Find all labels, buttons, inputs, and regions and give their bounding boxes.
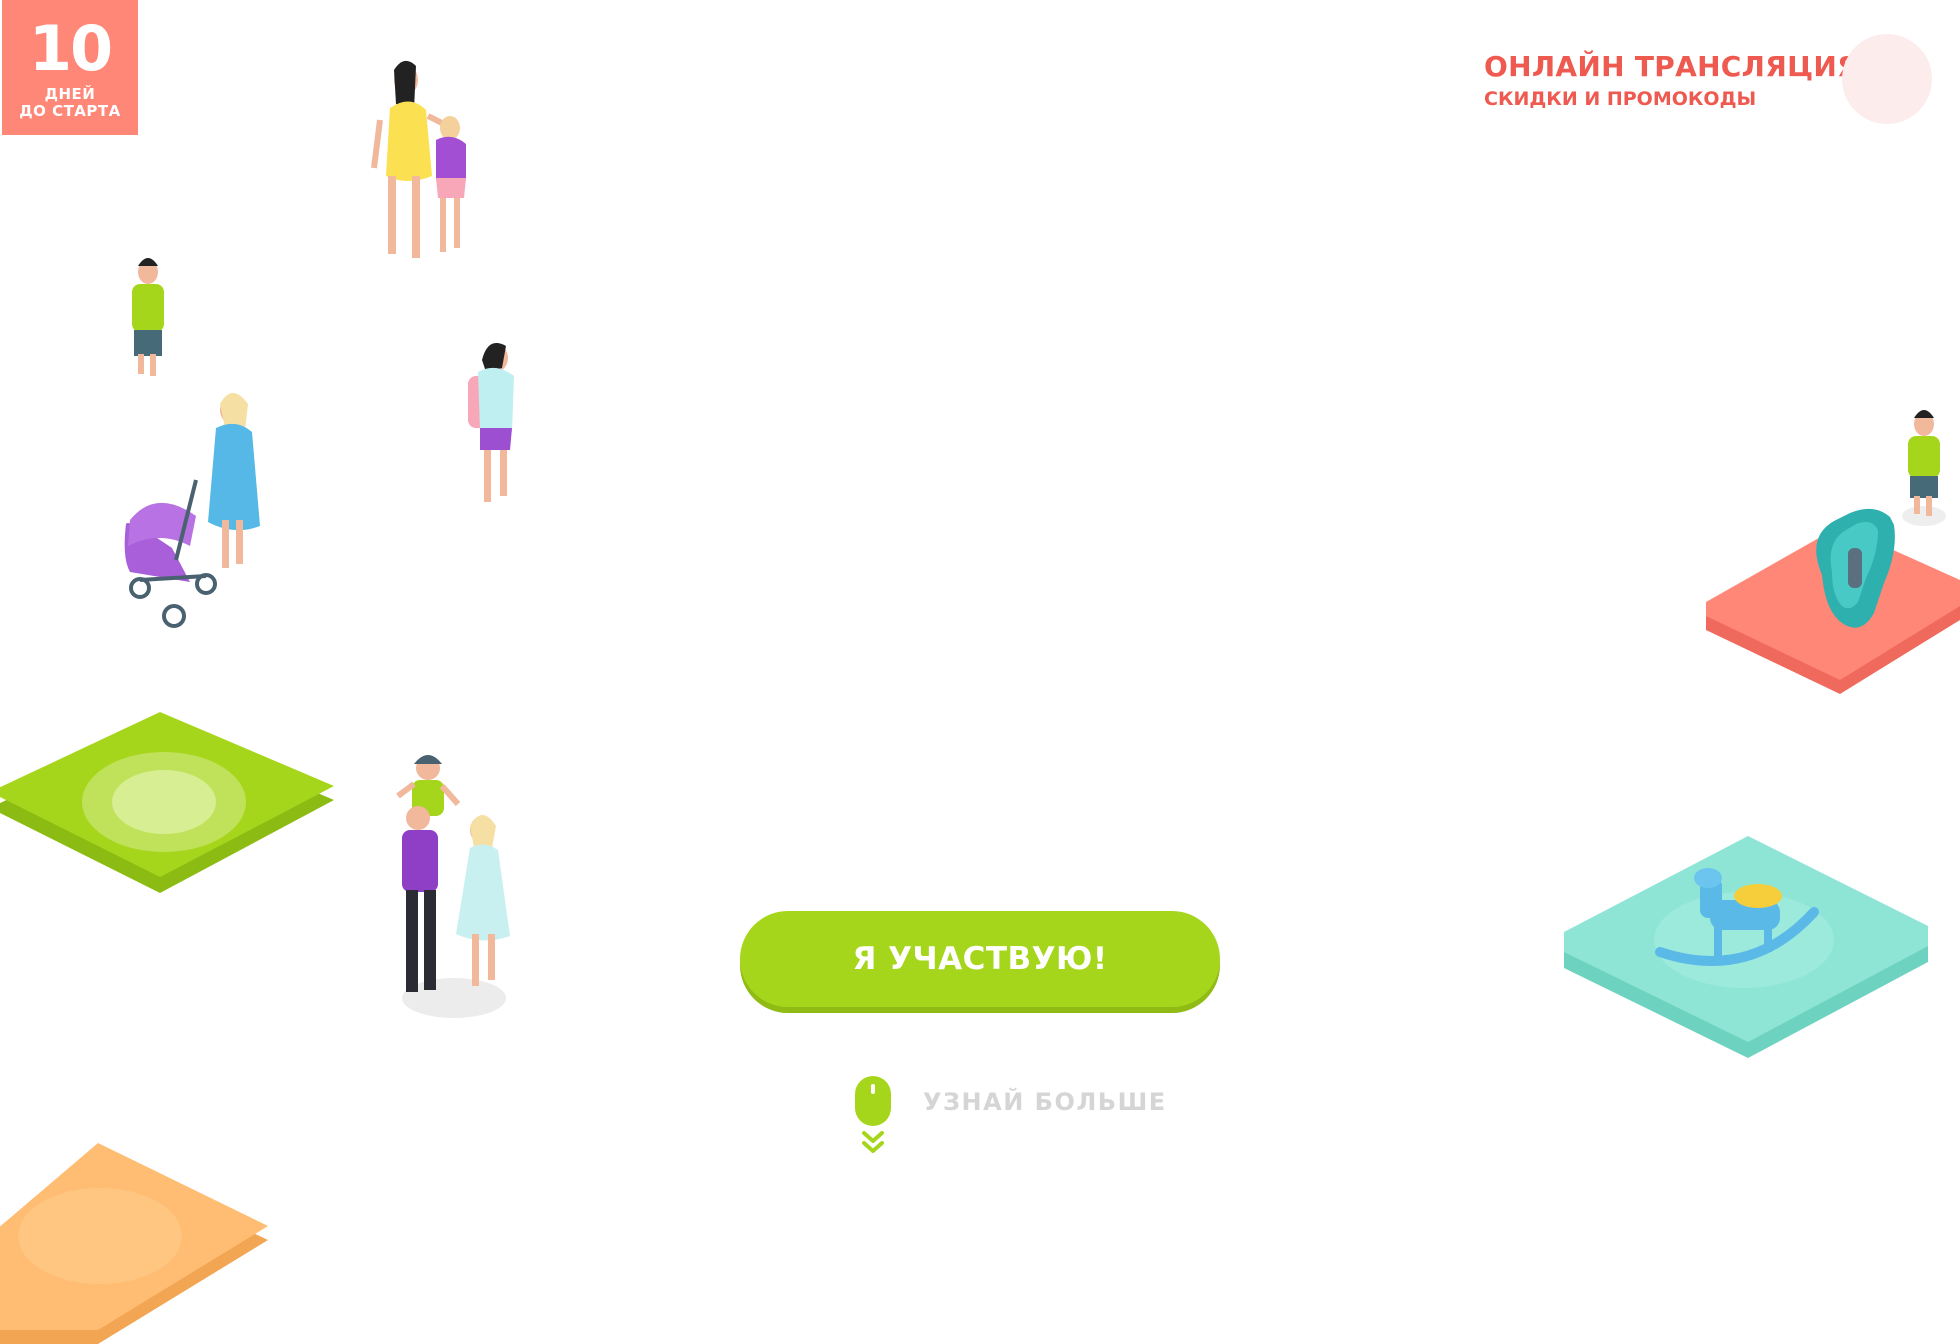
mint-platform-illustration [1564,836,1928,1058]
boy-right-illustration [1902,410,1946,526]
mouse-wheel [871,1084,875,1094]
coral-platform-illustration [1706,508,1960,694]
mouse-scroll-icon [855,1076,891,1126]
mother-daughter-illustration [371,60,466,258]
boy-illustration [132,258,164,376]
participate-button[interactable]: Я УЧАСТВУЮ! [740,911,1220,1007]
learn-more-label: УЗНАЙ БОЛЬШЕ [923,1088,1167,1116]
double-chevron-down-icon [862,1131,884,1153]
learn-more-link[interactable]: УЗНАЙ БОЛЬШЕ [855,1076,1165,1158]
orange-platform-illustration [0,1143,268,1344]
family-illustration [396,755,510,1018]
woman-with-stroller-illustration [124,393,260,628]
green-platform-illustration [0,712,334,893]
schoolgirl-illustration [468,343,514,502]
